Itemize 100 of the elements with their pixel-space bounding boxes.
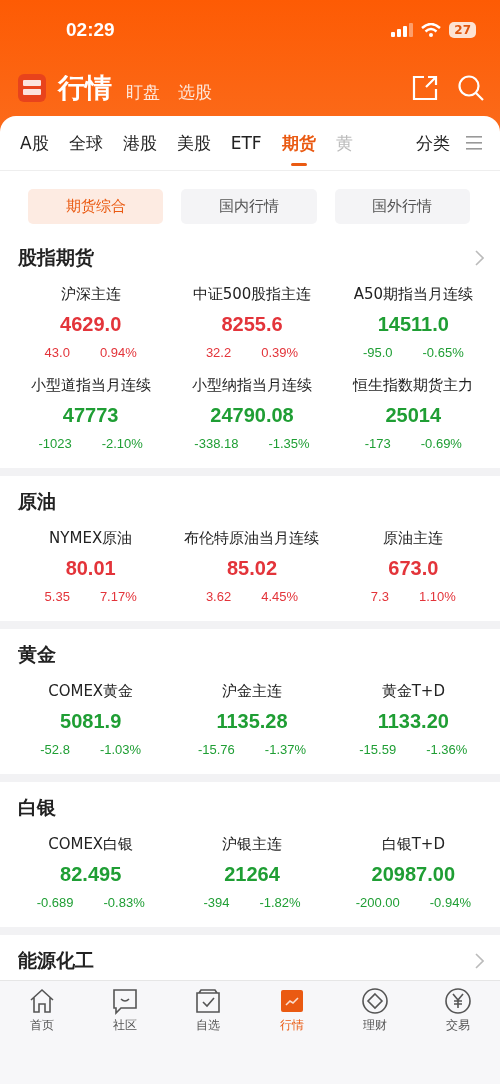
quote-price: 85.02 xyxy=(226,557,277,581)
menu-icon xyxy=(466,136,482,150)
quote-item[interactable]: COMEX白银 82.495 -0.689 -0.83% xyxy=(10,828,172,919)
quote-item[interactable]: NYMEX原油 80.01 5.35 7.17% xyxy=(10,522,172,613)
quote-item[interactable]: A50期指当月连续 14511.0 -95.0 -0.65% xyxy=(332,278,494,369)
market-tab[interactable]: ETF xyxy=(222,116,270,170)
quote-change: -95.0 xyxy=(362,344,393,360)
market-tab[interactable]: 期货 xyxy=(273,116,324,170)
quote-change: 43.0 xyxy=(44,344,70,360)
nav-tab[interactable]: 理财 xyxy=(333,987,417,1034)
battery-indicator: 27 xyxy=(449,22,476,38)
quote-price: 8255.6 xyxy=(221,313,283,337)
nav-tab[interactable]: 首页 xyxy=(0,987,84,1034)
quote-item[interactable]: COMEX黄金 5081.9 -52.8 -1.03% xyxy=(10,675,172,766)
quote-name: 沪金主连 xyxy=(222,682,282,702)
quote-price: 47773 xyxy=(62,404,119,428)
quote-price: 21264 xyxy=(224,863,280,887)
quote-price: 5081.9 xyxy=(60,710,122,734)
quote-price: 24790.08 xyxy=(210,404,294,428)
quote-percent: -1.82% xyxy=(259,894,301,910)
quote-percent: -0.65% xyxy=(422,344,464,360)
quote-percent: -1.03% xyxy=(99,741,142,757)
quote-percent: 4.45% xyxy=(261,588,299,604)
wifi-icon xyxy=(421,23,442,37)
quote-name: A50期指当月连续 xyxy=(353,285,473,305)
yen-icon xyxy=(444,987,473,1015)
quote-change: -15.76 xyxy=(197,741,235,757)
market-tab[interactable]: 港股 xyxy=(114,116,165,170)
nav-label: 自选 xyxy=(196,1017,221,1034)
quote-name: COMEX黄金 xyxy=(48,682,134,702)
quote-name: 沪银主连 xyxy=(222,835,282,855)
quote-percent: -0.69% xyxy=(420,435,462,451)
segment-tab[interactable]: 国外行情 xyxy=(334,189,470,224)
checkbox-icon xyxy=(194,987,223,1015)
quote-change: -15.59 xyxy=(359,741,397,757)
quote-price: 673.0 xyxy=(388,557,439,581)
market-tab[interactable]: 美股 xyxy=(168,116,219,170)
quote-price: 1133.20 xyxy=(377,710,449,734)
quote-change: -173 xyxy=(364,435,391,451)
quote-change: -394 xyxy=(203,894,230,910)
quote-item[interactable]: 恒生指数期货主力 25014 -173 -0.69% xyxy=(332,369,494,460)
quote-item[interactable]: 小型道指当月连续 47773 -1023 -2.10% xyxy=(10,369,172,460)
quote-change: 7.3 xyxy=(370,588,389,604)
quote-percent: -0.83% xyxy=(103,894,145,910)
quote-price: 20987.00 xyxy=(371,863,456,887)
market-tab[interactable]: 全球 xyxy=(60,116,111,170)
quote-percent: 0.94% xyxy=(99,344,137,360)
quote-item[interactable]: 小型纳指当月连续 24790.08 -338.18 -1.35% xyxy=(171,369,333,460)
quote-percent: 0.39% xyxy=(261,344,299,360)
quote-name: 中证500股指主连 xyxy=(192,285,312,305)
search-icon xyxy=(458,75,484,101)
quote-name: 恒生指数期货主力 xyxy=(353,376,474,396)
nav-tab[interactable]: 交易 xyxy=(416,987,500,1034)
section-title: 原油 xyxy=(18,489,56,514)
quote-change: -200.00 xyxy=(355,894,400,910)
quote-item[interactable]: 黄金T+D 1133.20 -15.59 -1.36% xyxy=(332,675,494,766)
quote-name: 白银T+D xyxy=(381,835,445,855)
quote-name: 沪深主连 xyxy=(60,285,121,305)
market-tab[interactable]: A股 xyxy=(12,116,57,170)
section-title: 股指期货 xyxy=(18,245,94,270)
app-logo-icon xyxy=(18,74,46,102)
quote-item[interactable]: 布伦特原油当月连续 85.02 3.62 4.45% xyxy=(171,522,333,613)
quote-percent: 7.17% xyxy=(99,588,137,604)
nav-label: 交易 xyxy=(446,1017,471,1034)
quote-name: 小型纳指当月连续 xyxy=(192,376,312,396)
quote-name: 黄金T+D xyxy=(381,682,445,702)
share-icon xyxy=(412,75,438,101)
quote-change: -0.689 xyxy=(36,894,74,910)
quote-price: 14511.0 xyxy=(377,313,449,337)
category-tab[interactable]: 分类 xyxy=(408,116,458,170)
quote-percent: -1.35% xyxy=(268,435,310,451)
quote-price: 80.01 xyxy=(65,557,116,581)
quote-item[interactable]: 沪深主连 4629.0 43.0 0.94% xyxy=(10,278,172,369)
nav-label: 行情 xyxy=(279,1017,304,1034)
quote-change: 32.2 xyxy=(205,344,232,360)
section-title: 黄金 xyxy=(18,642,56,667)
nav-label: 社区 xyxy=(113,1017,137,1034)
nav-tab[interactable]: 自选 xyxy=(166,987,250,1034)
quote-item[interactable]: 沪银主连 21264 -394 -1.82% xyxy=(171,828,333,919)
quote-change: -52.8 xyxy=(40,741,70,757)
nav-label: 理财 xyxy=(362,1017,387,1034)
quote-change: -1023 xyxy=(38,435,72,451)
quote-percent: 1.10% xyxy=(418,588,456,604)
quote-price: 25014 xyxy=(385,404,442,428)
nav-label: 首页 xyxy=(29,1017,54,1034)
segment-tab[interactable]: 国内行情 xyxy=(181,189,317,224)
quote-percent: -0.94% xyxy=(429,894,471,910)
quote-name: NYMEX原油 xyxy=(49,529,133,549)
quote-item[interactable]: 白银T+D 20987.00 -200.00 -0.94% xyxy=(332,828,494,919)
quote-item[interactable]: 原油主连 673.0 7.3 1.10% xyxy=(332,522,494,613)
quote-name: COMEX白银 xyxy=(48,835,134,855)
status-time: 02:29 xyxy=(66,19,115,41)
quote-price: 82.495 xyxy=(60,863,122,887)
quote-price: 1135.28 xyxy=(216,710,288,734)
quote-item[interactable]: 中证500股指主连 8255.6 32.2 0.39% xyxy=(171,278,333,369)
quote-name: 原油主连 xyxy=(383,529,444,549)
section-title: 能源化工 xyxy=(18,948,94,973)
nav-tab[interactable]: 社区 xyxy=(83,987,167,1034)
quote-percent: -2.10% xyxy=(101,435,143,451)
quote-item[interactable]: 沪金主连 1135.28 -15.76 -1.37% xyxy=(171,675,333,766)
